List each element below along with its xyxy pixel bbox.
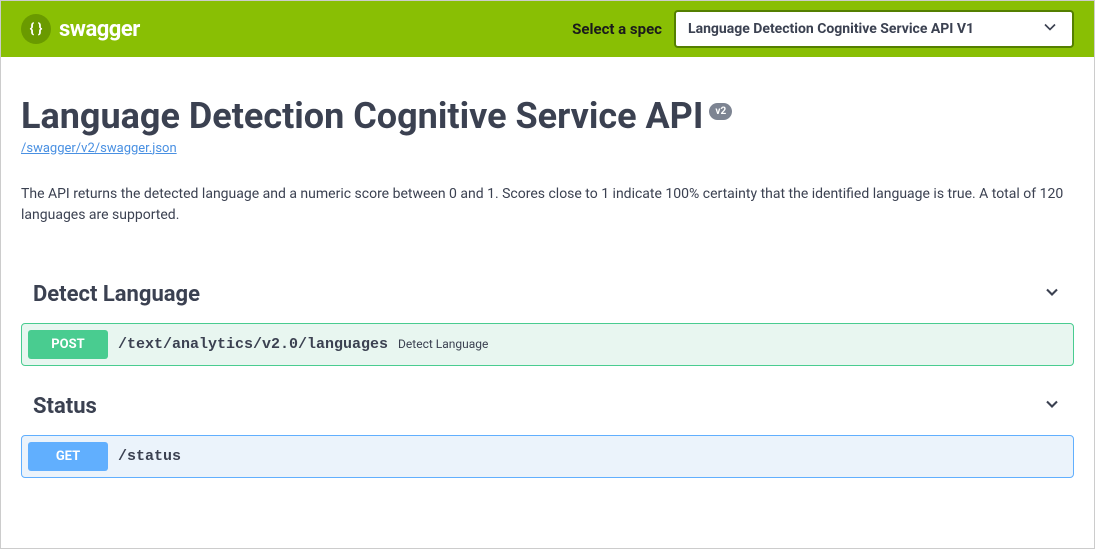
logo-text: swagger <box>59 17 140 42</box>
tag-section-status: Status GET /status <box>21 394 1074 478</box>
api-description: The API returns the detected language an… <box>21 184 1074 226</box>
chevron-down-icon <box>1042 394 1062 418</box>
version-badge: v2 <box>709 103 732 120</box>
tag-section-detect-language: Detect Language POST /text/analytics/v2.… <box>21 282 1074 366</box>
chevron-down-icon <box>1040 17 1060 41</box>
spec-selector-value: Language Detection Cognitive Service API… <box>688 21 974 37</box>
tag-header-status[interactable]: Status <box>21 394 1074 427</box>
operation-path: /status <box>118 448 181 465</box>
method-badge: POST <box>28 330 108 359</box>
logo[interactable]: { } swagger <box>21 14 140 44</box>
method-badge: GET <box>28 442 108 471</box>
operation-post-languages[interactable]: POST /text/analytics/v2.0/languages Dete… <box>21 323 1074 366</box>
spec-selector-label: Select a spec <box>572 20 662 38</box>
operation-get-status[interactable]: GET /status <box>21 435 1074 478</box>
api-title: Language Detection Cognitive Service API <box>21 97 703 137</box>
spec-selector[interactable]: Language Detection Cognitive Service API… <box>674 10 1074 48</box>
topbar: { } swagger Select a spec Language Detec… <box>1 1 1094 57</box>
tag-name: Status <box>33 394 97 419</box>
operation-path: /text/analytics/v2.0/languages <box>118 336 388 353</box>
tag-header-detect-language[interactable]: Detect Language <box>21 282 1074 315</box>
chevron-down-icon <box>1042 282 1062 306</box>
tag-name: Detect Language <box>33 282 200 307</box>
swagger-logo-icon: { } <box>21 14 51 44</box>
operation-summary: Detect Language <box>398 337 488 351</box>
spec-url-link[interactable]: /swagger/v2/swagger.json <box>21 141 177 156</box>
main-content: Language Detection Cognitive Service API… <box>1 57 1094 498</box>
